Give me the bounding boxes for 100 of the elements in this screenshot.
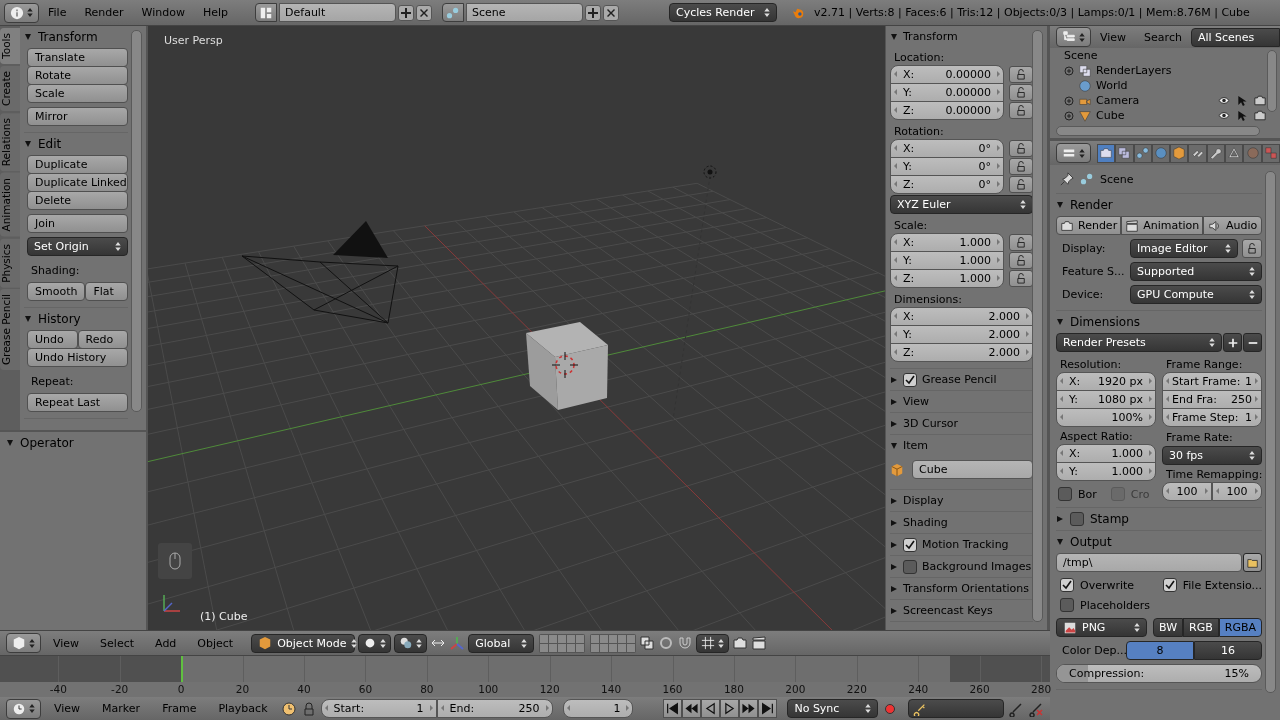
tool-button[interactable]: Flat xyxy=(85,282,128,301)
tool-button[interactable]: Delete xyxy=(27,191,128,210)
cursor-icon[interactable] xyxy=(1236,110,1248,121)
lock-button[interactable] xyxy=(1009,140,1033,157)
panel-title[interactable]: Edit xyxy=(38,137,62,151)
properties-tab[interactable] xyxy=(1115,143,1134,163)
disclosure-triangle-icon[interactable] xyxy=(890,32,898,41)
tree-item[interactable]: Scene xyxy=(1064,49,1098,62)
property-dropdown[interactable]: Supported xyxy=(1130,262,1262,281)
sync-mode-dropdown[interactable]: No Sync xyxy=(787,699,879,718)
number-field[interactable]: Y: 1080 px xyxy=(1056,390,1156,409)
property-dropdown[interactable]: GPU Compute xyxy=(1130,285,1262,304)
color-depth-toggle[interactable]: 16 xyxy=(1194,641,1262,660)
3d-cursor-icon[interactable] xyxy=(551,351,579,379)
disclosure-triangle-icon[interactable] xyxy=(890,518,898,527)
clapperboard-icon[interactable] xyxy=(751,635,768,651)
checkbox[interactable] xyxy=(903,372,917,387)
scene-selector-button[interactable] xyxy=(442,3,465,22)
layer-grid[interactable] xyxy=(539,633,586,653)
disclosure-triangle-icon[interactable] xyxy=(24,315,32,323)
scrollbar[interactable] xyxy=(1267,50,1277,112)
pivot-dropdown[interactable] xyxy=(394,633,428,653)
tool-button[interactable]: Translate xyxy=(27,48,128,67)
tool-button[interactable]: Undo History xyxy=(27,348,128,367)
panel-title[interactable]: Background Images xyxy=(922,560,1032,573)
disclosure-triangle-icon[interactable] xyxy=(890,375,898,384)
scrollbar[interactable] xyxy=(131,30,142,412)
camera-icon[interactable] xyxy=(1254,95,1266,106)
layout-name-field[interactable]: Default xyxy=(279,3,397,22)
eye-icon[interactable] xyxy=(1218,95,1230,106)
render-engine-dropdown[interactable]: Cycles Render xyxy=(669,3,778,22)
disclosure-triangle-icon[interactable] xyxy=(24,33,32,41)
menu-item[interactable]: Search xyxy=(1135,30,1191,44)
lock-button[interactable] xyxy=(1009,84,1033,101)
scene-name-field[interactable]: Scene xyxy=(466,3,584,22)
cursor-icon[interactable] xyxy=(1236,95,1248,106)
snap-dropdown[interactable] xyxy=(696,633,730,653)
properties-tab[interactable] xyxy=(1133,143,1152,163)
start-frame-field[interactable]: Start: 1 xyxy=(320,698,437,718)
color-depth-toggle[interactable]: 8 xyxy=(1126,641,1194,660)
panel-title[interactable]: Item xyxy=(903,439,929,452)
checkbox-label[interactable]: File Extensio... xyxy=(1182,578,1262,592)
orientation-dropdown[interactable]: Global xyxy=(468,633,535,653)
editor-type-button[interactable] xyxy=(1056,143,1091,163)
render-action-button[interactable]: Animation xyxy=(1121,216,1204,235)
lock-button[interactable] xyxy=(1009,252,1033,269)
disclosure-triangle-icon[interactable] xyxy=(890,419,898,428)
disclosure-triangle-icon[interactable] xyxy=(1056,538,1064,546)
tool-button[interactable]: Duplicate xyxy=(27,155,128,174)
number-field[interactable]: End Fra: 250 xyxy=(1162,390,1262,409)
toolshelf-tab[interactable]: Physics xyxy=(0,238,20,288)
camera-icon[interactable] xyxy=(732,635,749,651)
lock-button[interactable] xyxy=(1009,270,1033,287)
panel-title[interactable]: Output xyxy=(1070,535,1112,549)
number-field[interactable]: Z: 0° xyxy=(890,175,1004,194)
expand-icon[interactable] xyxy=(1064,95,1074,106)
tree-item[interactable]: Camera xyxy=(1096,94,1140,107)
tool-button[interactable]: Rotate xyxy=(27,66,128,85)
pin-icon[interactable] xyxy=(1060,172,1074,186)
toolshelf-tab[interactable]: Animation xyxy=(0,173,20,237)
properties-tab[interactable] xyxy=(1188,143,1207,163)
number-field[interactable]: 100 xyxy=(1212,482,1262,501)
panel-title[interactable]: Shading xyxy=(903,516,948,529)
menu-item[interactable]: View xyxy=(1091,30,1136,44)
checkbox-label[interactable]: Placeholders xyxy=(1080,598,1150,612)
properties-tab[interactable] xyxy=(1170,143,1189,163)
tree-item[interactable]: Cube xyxy=(1096,109,1125,122)
panel-title[interactable]: 3D Cursor xyxy=(903,417,959,430)
editor-type-button[interactable] xyxy=(6,633,41,653)
object-name-field[interactable]: Cube xyxy=(912,460,1033,479)
toolshelf-tab[interactable]: Tools xyxy=(0,28,20,64)
disclosure-triangle-icon[interactable] xyxy=(890,496,898,505)
add-icon[interactable] xyxy=(398,4,415,21)
checkbox-label[interactable]: Overwrite xyxy=(1080,578,1135,592)
key-delete-icon[interactable] xyxy=(1028,700,1044,717)
timeline-track[interactable] xyxy=(0,656,1050,682)
menu-item[interactable]: View xyxy=(44,636,89,650)
frame-rate-dropdown[interactable]: 30 fps xyxy=(1162,446,1262,465)
lock-button[interactable] xyxy=(1009,176,1033,193)
panel-title[interactable]: Screencast Keys xyxy=(903,604,993,617)
panel-title[interactable]: Operator xyxy=(20,436,74,450)
menu-item[interactable]: Window xyxy=(132,6,194,19)
panel-title[interactable]: Transform xyxy=(903,30,958,43)
close-icon[interactable] xyxy=(603,4,620,21)
disclosure-triangle-icon[interactable] xyxy=(890,540,898,549)
checkbox[interactable] xyxy=(1060,578,1074,592)
editor-type-button[interactable] xyxy=(4,2,39,23)
number-field[interactable]: 100 xyxy=(1162,482,1212,501)
render-action-button[interactable]: Render xyxy=(1056,216,1122,235)
checkbox[interactable] xyxy=(1060,598,1074,612)
add-icon[interactable] xyxy=(585,4,602,21)
tool-button[interactable]: Mirror xyxy=(27,107,128,126)
number-field[interactable]: Frame Step: 1 xyxy=(1162,408,1262,427)
layout-selector-button[interactable] xyxy=(255,3,278,22)
tool-button[interactable]: Scale xyxy=(27,84,128,103)
number-field[interactable]: Y: 1.000 xyxy=(890,251,1004,270)
menu-item[interactable]: View xyxy=(45,702,90,715)
disclosure-triangle-icon[interactable] xyxy=(1056,201,1064,209)
playback-control-icon[interactable] xyxy=(701,699,721,718)
scrollbar[interactable] xyxy=(1056,126,1260,136)
